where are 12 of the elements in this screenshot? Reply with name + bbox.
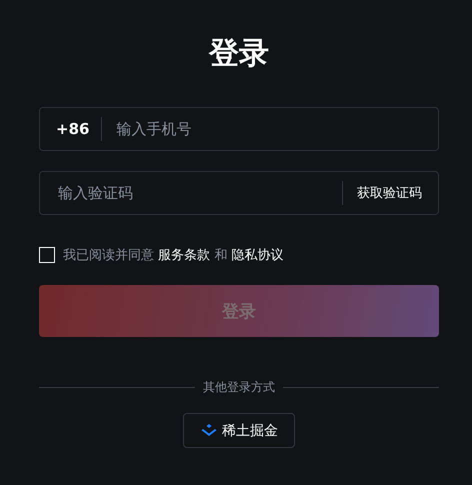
agreement-text: 我已阅读并同意 服务条款 和 隐私协议 <box>63 247 284 264</box>
country-code[interactable]: +86 <box>56 120 90 138</box>
code-field[interactable]: 输入验证码 获取验证码 <box>39 171 439 215</box>
phone-field[interactable]: +86 输入手机号 <box>39 107 439 151</box>
juejin-login-button[interactable]: 稀土掘金 <box>183 413 295 448</box>
chevron-stack-icon <box>200 424 218 438</box>
policy-link[interactable]: 隐私协议 <box>231 248 284 263</box>
page-title: 登录 <box>208 35 270 73</box>
get-code-button[interactable]: 获取验证码 <box>355 184 438 202</box>
policy-link[interactable]: 服务条款 <box>158 248 210 263</box>
agreement-checkbox[interactable] <box>39 247 55 263</box>
other-methods-label: 其他登录方式 <box>203 379 275 396</box>
